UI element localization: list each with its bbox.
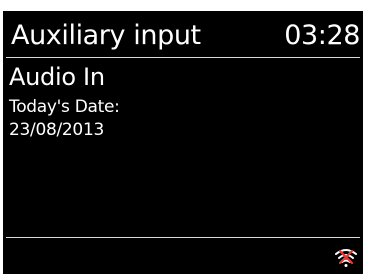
wifi-disconnected-icon [334, 246, 358, 268]
date-value: 23/08/2013 [9, 120, 104, 140]
clock: 03:28 [284, 20, 360, 51]
header-bar: Auxiliary input 03:28 [3, 11, 363, 57]
device-screen: Auxiliary input 03:28 Audio In Today's D… [3, 11, 363, 274]
header-divider [6, 57, 360, 58]
date-label: Today's Date: [9, 97, 120, 117]
page-title: Auxiliary input [11, 20, 201, 51]
footer-divider [6, 237, 360, 238]
mode-label: Audio In [9, 63, 105, 91]
